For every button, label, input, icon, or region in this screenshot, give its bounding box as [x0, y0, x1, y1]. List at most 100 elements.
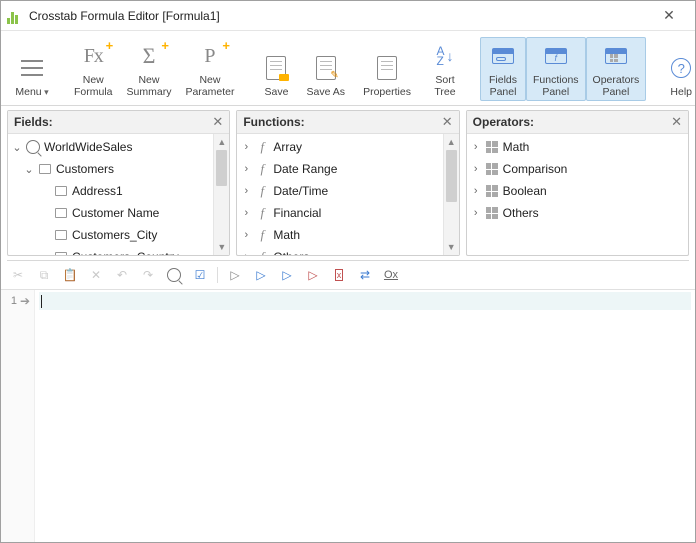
tree-item-field[interactable]: Address1	[8, 180, 213, 202]
function-icon: f	[255, 206, 269, 220]
scroll-up[interactable]: ▲	[214, 134, 229, 150]
tree-toggle[interactable]: ›	[241, 229, 251, 241]
tree-item-function-group[interactable]: ›fMath	[237, 224, 442, 246]
operator-icon	[485, 140, 499, 154]
tree-toggle[interactable]: ›	[241, 141, 251, 153]
operators-panel-toggle[interactable]: Operators Panel	[586, 37, 647, 101]
scroll-thumb[interactable]	[216, 150, 227, 186]
tree-item-function-group[interactable]: ›fArray	[237, 136, 442, 158]
parameter-icon: P	[204, 45, 215, 68]
fields-panel-close[interactable]: ✕	[212, 114, 223, 130]
play-icon: ▷	[230, 268, 239, 282]
functions-panel-toggle[interactable]: f Functions Panel	[526, 37, 586, 101]
tree-item-function-group[interactable]: ›fDate Range	[237, 158, 442, 180]
fields-panel-toggle[interactable]: Fields Panel	[480, 37, 526, 101]
operators-panel-close[interactable]: ✕	[671, 114, 682, 130]
tree-toggle[interactable]: ›	[471, 141, 481, 153]
tree-toggle[interactable]: ›	[471, 163, 481, 175]
scroll-down[interactable]: ▼	[214, 239, 229, 255]
fields-tree[interactable]: ⌄ WorldWideSales ⌄ Customers Address1	[8, 134, 213, 255]
new-formula-button[interactable]: Fx+ New Formula	[67, 37, 120, 101]
undo-icon: ↶	[117, 268, 127, 282]
formula-icon: Fx	[84, 45, 103, 68]
tree-item-operator-group[interactable]: ›Math	[467, 136, 688, 158]
check-button[interactable]: ☑	[191, 266, 209, 284]
check-icon: ☑	[195, 268, 206, 282]
new-parameter-button[interactable]: P+ New Parameter	[178, 37, 241, 101]
help-button[interactable]: ? Help	[658, 49, 696, 101]
tree-toggle[interactable]: ›	[241, 163, 251, 175]
operators-tree[interactable]: ›Math ›Comparison ›Boolean ›Others	[467, 134, 688, 255]
panel-icon	[492, 48, 514, 64]
separator	[217, 267, 218, 283]
tree-item-function-group[interactable]: ›fOthers	[237, 246, 442, 255]
sort-tree-button[interactable]: AZ↓ Sort Tree	[422, 37, 468, 101]
properties-button[interactable]: Properties	[364, 49, 410, 101]
redo-button[interactable]: ↷	[139, 266, 157, 284]
scroll-up[interactable]: ▲	[444, 134, 459, 150]
clipboard-icon: 📋	[63, 268, 78, 282]
tree-toggle[interactable]: ⌄	[12, 141, 22, 154]
tree-item-operator-group[interactable]: ›Comparison	[467, 158, 688, 180]
tree-toggle[interactable]: ⌄	[24, 163, 34, 176]
tree-item-field[interactable]: Customer Name	[8, 202, 213, 224]
arrow-icon: ➔	[20, 294, 30, 308]
delete-button[interactable]: ✕	[87, 266, 105, 284]
redo-icon: ↷	[143, 268, 153, 282]
toggle-icon: ⇄	[360, 268, 370, 282]
scroll-thumb[interactable]	[446, 150, 457, 202]
scrollbar[interactable]: ▲ ▼	[443, 134, 459, 255]
app-icon	[7, 8, 23, 24]
operators-panel: Operators: ✕ ›Math ›Comparison ›Boolean …	[466, 110, 689, 256]
tree-item-customers[interactable]: ⌄ Customers	[8, 158, 213, 180]
tree-item-operator-group[interactable]: ›Others	[467, 202, 688, 224]
tree-toggle[interactable]: ›	[241, 185, 251, 197]
undo-button[interactable]: ↶	[113, 266, 131, 284]
paste-button[interactable]: 📋	[61, 266, 79, 284]
tree-item-operator-group[interactable]: ›Boolean	[467, 180, 688, 202]
functions-tree[interactable]: ›fArray ›fDate Range ›fDate/Time ›fFinan…	[237, 134, 442, 255]
tree-item-root[interactable]: ⌄ WorldWideSales	[8, 136, 213, 158]
tree-item-field[interactable]: Customers_Country	[8, 246, 213, 255]
functions-panel-close[interactable]: ✕	[442, 114, 453, 130]
tree-toggle[interactable]: ›	[241, 251, 251, 255]
scrollbar[interactable]: ▲ ▼	[213, 134, 229, 255]
toggle-button[interactable]: ⇄	[356, 266, 374, 284]
panel-icon	[605, 48, 627, 64]
find-button[interactable]	[165, 266, 183, 284]
clear-x-button[interactable]: x	[330, 266, 348, 284]
tree-toggle[interactable]: ›	[241, 207, 251, 219]
bookmark-next-button[interactable]: ▷	[252, 266, 270, 284]
new-summary-button[interactable]: Σ+ New Summary	[120, 37, 179, 101]
tree-item-field[interactable]: Customers_City	[8, 224, 213, 246]
window-close-button[interactable]: ✕	[649, 7, 689, 24]
functions-panel: Functions: ✕ ›fArray ›fDate Range ›fDate…	[236, 110, 459, 256]
save-button[interactable]: Save	[253, 49, 299, 101]
editor-content[interactable]	[35, 290, 695, 542]
code-editor[interactable]: 1 ➔	[1, 289, 695, 542]
tree-item-function-group[interactable]: ›fFinancial	[237, 202, 442, 224]
bookmark-prev-button[interactable]: ▷	[278, 266, 296, 284]
function-icon: f	[255, 228, 269, 242]
flag-icon: ▷	[282, 268, 291, 282]
function-icon: f	[255, 250, 269, 255]
menu-button[interactable]: Menu	[9, 49, 55, 101]
operator-icon	[485, 206, 499, 220]
editor-line[interactable]	[39, 292, 691, 310]
flag-icon: ▷	[256, 268, 265, 282]
run-button[interactable]: ▷	[226, 266, 244, 284]
tree-item-function-group[interactable]: ›fDate/Time	[237, 180, 442, 202]
tree-toggle[interactable]: ›	[471, 185, 481, 197]
cut-button[interactable]: ✂	[9, 266, 27, 284]
ox-button[interactable]: Ox	[382, 266, 400, 284]
fields-panel: Fields: ✕ ⌄ WorldWideSales ⌄ Customers	[7, 110, 230, 256]
tree-toggle[interactable]: ›	[471, 207, 481, 219]
app-window: Crosstab Formula Editor [Formula1] ✕ Men…	[0, 0, 696, 543]
scissors-icon: ✂	[13, 268, 23, 282]
save-as-button[interactable]: ✎ Save As	[299, 49, 352, 101]
editor-gutter: 1 ➔	[1, 290, 35, 542]
copy-button[interactable]: ⧉	[35, 266, 53, 284]
scroll-down[interactable]: ▼	[444, 239, 459, 255]
help-icon: ?	[671, 58, 691, 78]
bookmark-clear-button[interactable]: ▷	[304, 266, 322, 284]
